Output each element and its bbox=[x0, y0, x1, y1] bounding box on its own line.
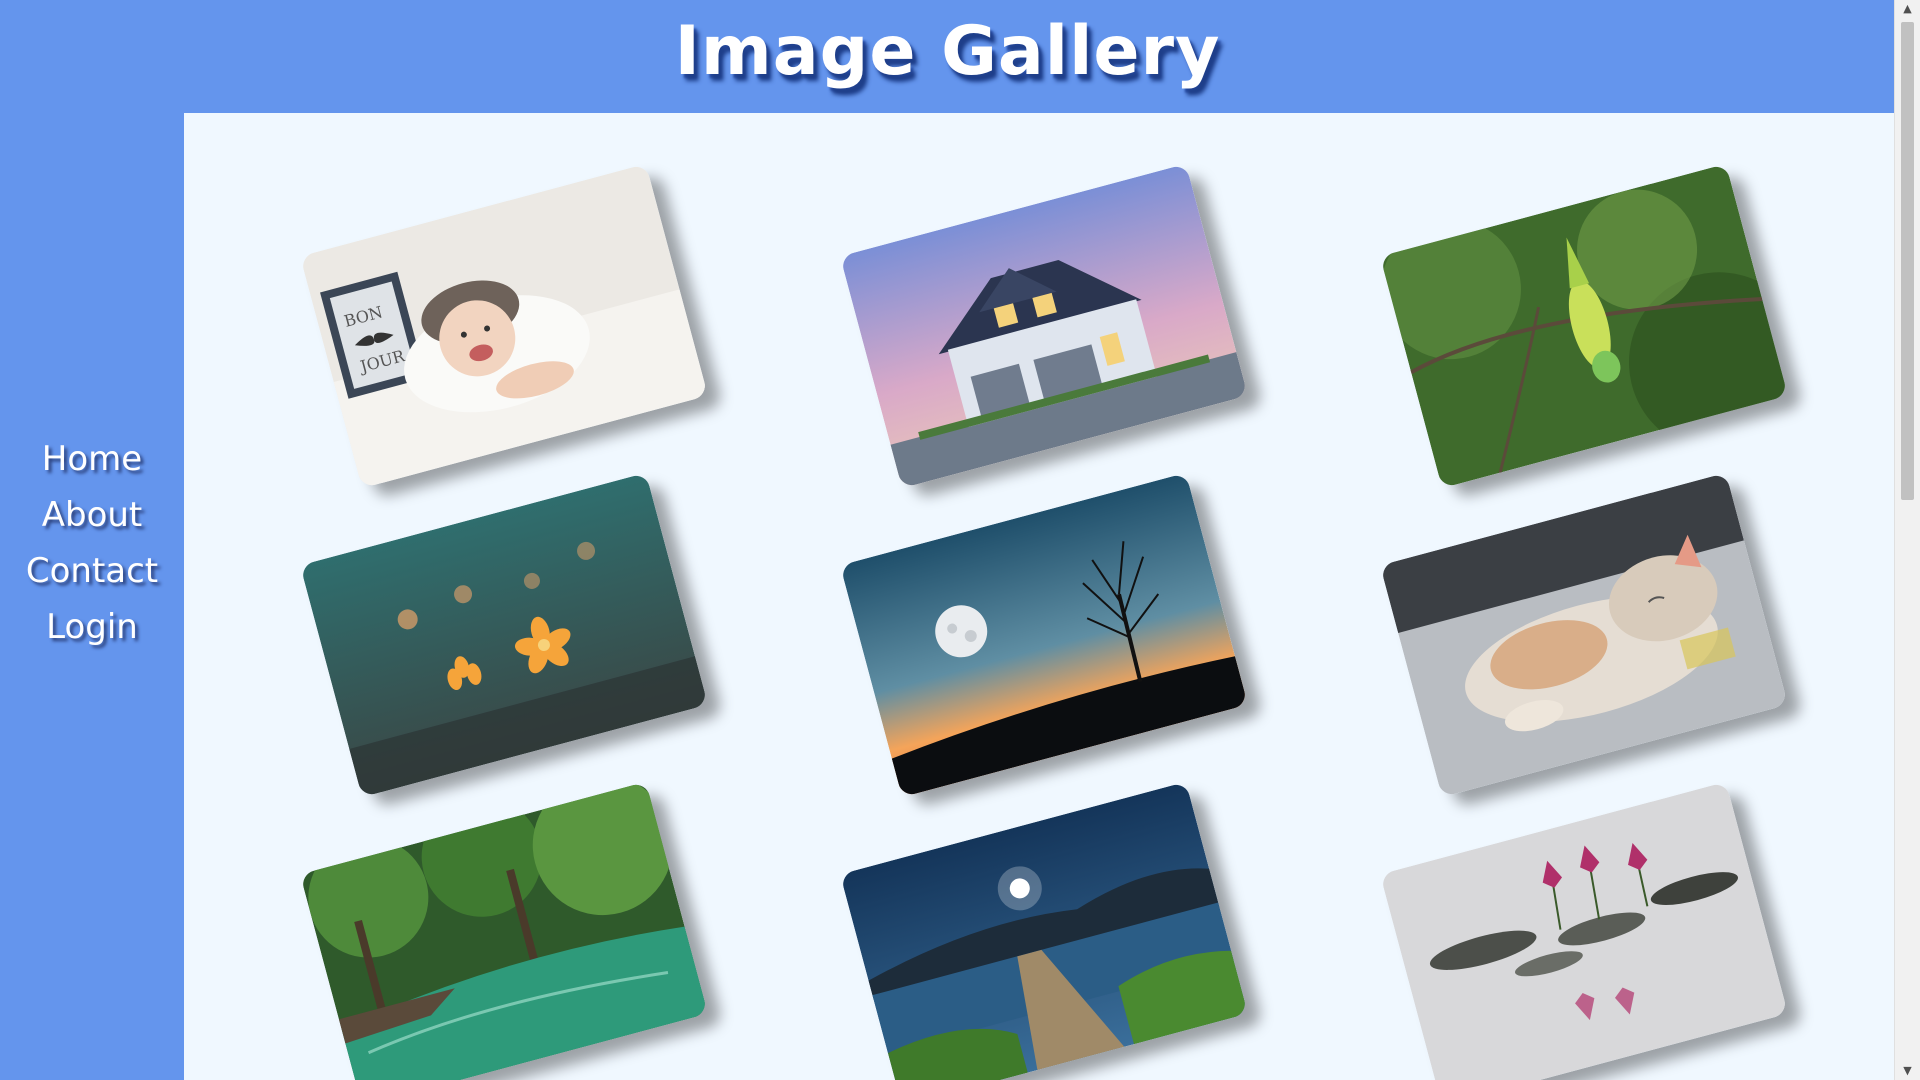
nav-login-link[interactable]: Login bbox=[46, 599, 138, 655]
gallery-image-forest-stream[interactable] bbox=[300, 781, 708, 1080]
triangle-down-icon[interactable]: ▼ bbox=[1895, 1062, 1920, 1080]
page-title: Image Gallery bbox=[674, 12, 1221, 91]
scrollbar-thumb[interactable] bbox=[1901, 22, 1914, 500]
header: Image Gallery bbox=[0, 0, 1895, 113]
gallery-image-lake-pier[interactable] bbox=[840, 781, 1248, 1080]
gallery-image-flowers[interactable] bbox=[300, 472, 708, 798]
gallery-image-sleeping-cat[interactable] bbox=[1380, 472, 1788, 798]
gallery-content: BON JOUR bbox=[184, 113, 1895, 1080]
nav-about-link[interactable]: About bbox=[42, 487, 143, 543]
sidebar: Home About Contact Login bbox=[0, 113, 184, 1080]
nav-contact-link[interactable]: Contact bbox=[26, 543, 158, 599]
nav-home-link[interactable]: Home bbox=[42, 431, 142, 487]
gallery-image-parrot[interactable] bbox=[1380, 163, 1788, 489]
gallery-image-water-lilies[interactable] bbox=[1380, 781, 1788, 1080]
gallery-image-house[interactable] bbox=[840, 163, 1248, 489]
nav-menu: Home About Contact Login bbox=[0, 431, 184, 655]
gallery-image-moon-tree[interactable] bbox=[840, 472, 1248, 798]
gallery-image-baby[interactable]: BON JOUR bbox=[300, 163, 708, 489]
vertical-scrollbar[interactable]: ▲ ▼ bbox=[1894, 0, 1920, 1080]
triangle-up-icon[interactable]: ▲ bbox=[1895, 0, 1920, 18]
